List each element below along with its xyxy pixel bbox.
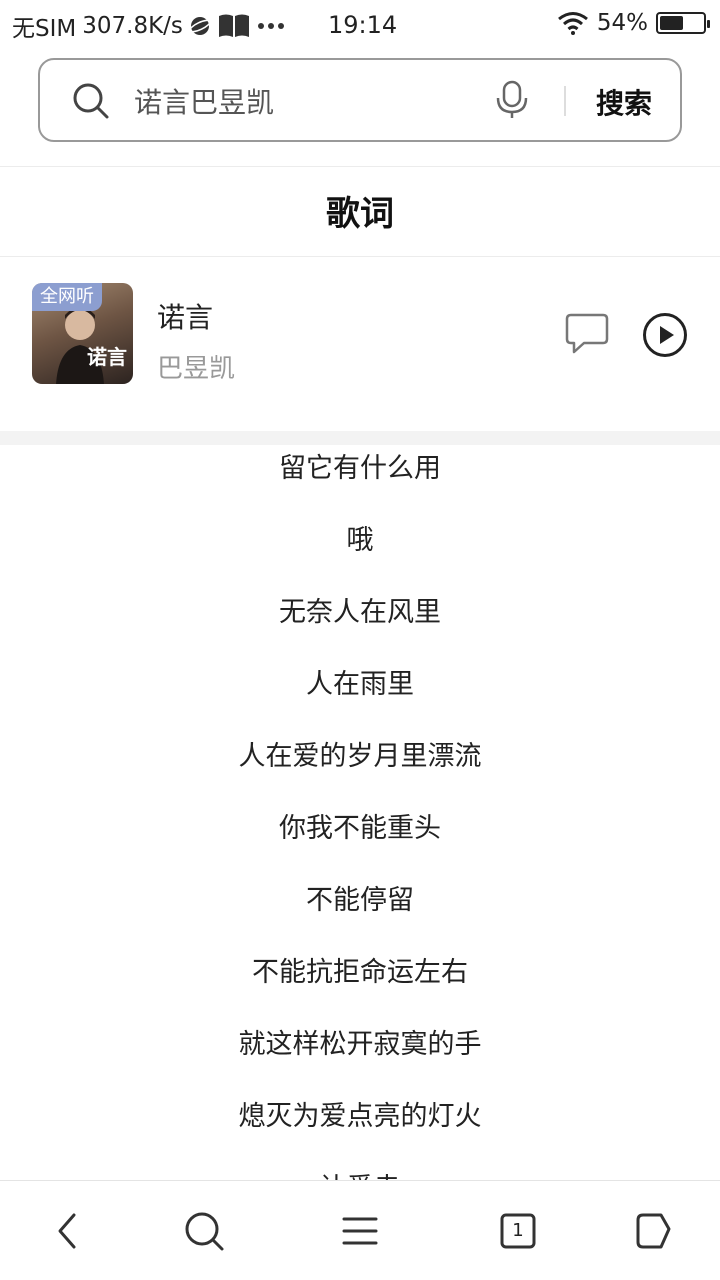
status-left: 无SIM 307.8K/s [12, 9, 312, 43]
lyrics-list[interactable]: 留它有什么用哦无奈人在风里 人在雨里人在爱的岁月里漂流 你我不能重头 不能停留不能抗拒… [0, 426, 720, 1180]
section-title: 歌词 [326, 194, 394, 234]
lyric-line: 人在爱的岁月里漂流 [238, 741, 482, 772]
bottom-nav: 1 [0, 1180, 720, 1280]
battery-icon [656, 12, 710, 34]
divider [0, 166, 720, 167]
status-right: 54% [557, 10, 710, 36]
lyric-line: 无奈人在风里 [279, 597, 441, 628]
battery-level [660, 16, 683, 30]
search-icon[interactable] [182, 1209, 226, 1253]
planet-icon [189, 17, 211, 35]
lyric-line: 人在雨里 [306, 669, 414, 700]
album-title-art: 诺言 [87, 345, 127, 369]
search-icon [73, 83, 109, 119]
album-art[interactable]: 全网听 诺言 [32, 283, 133, 384]
divider [0, 256, 720, 257]
tabs-button[interactable]: 1 [496, 1209, 540, 1253]
search-input[interactable] [134, 82, 474, 120]
lyric-line: 熄灭为爱点亮的灯火 [238, 1101, 482, 1132]
lyric-line: 不能停留 [306, 885, 414, 916]
lyric-line: 不能抗拒命运左右 [252, 957, 468, 988]
lyric-line: 哦 [346, 525, 374, 556]
song-artist[interactable]: 巴昱凯 [157, 348, 235, 385]
search-bar: 搜索 [38, 58, 682, 142]
home-icon[interactable] [630, 1209, 674, 1253]
wifi-icon [557, 12, 588, 35]
lyric-line: 就这样松开寂寞的手 [238, 1029, 482, 1060]
status-bar: 无SIM 307.8K/s 19:14 54% [0, 0, 720, 52]
menu-icon[interactable] [338, 1209, 382, 1253]
book-icon [218, 14, 249, 37]
play-icon[interactable] [642, 312, 688, 358]
lyric-line: 你我不能重头 [279, 813, 441, 844]
lyric-line: 留它有什么用 [279, 453, 441, 484]
search-button[interactable]: 搜索 [596, 82, 652, 122]
more-dots-icon [257, 23, 284, 29]
section-separator [0, 431, 720, 445]
status-time: 19:14 [328, 11, 398, 39]
battery-percent: 54% [596, 10, 648, 36]
tab-count: 1 [512, 1220, 524, 1241]
song-title[interactable]: 诺言 [157, 296, 213, 336]
album-badge: 全网听 [32, 283, 102, 311]
back-icon[interactable] [46, 1209, 90, 1253]
comment-icon[interactable] [564, 312, 610, 356]
microphone-icon[interactable] [494, 80, 530, 120]
carrier-label: 无SIM [12, 16, 77, 42]
network-speed: 307.8K/s [82, 13, 183, 39]
lyric-line: 让爱走 [0, 1166, 720, 1180]
search-divider [564, 86, 566, 116]
